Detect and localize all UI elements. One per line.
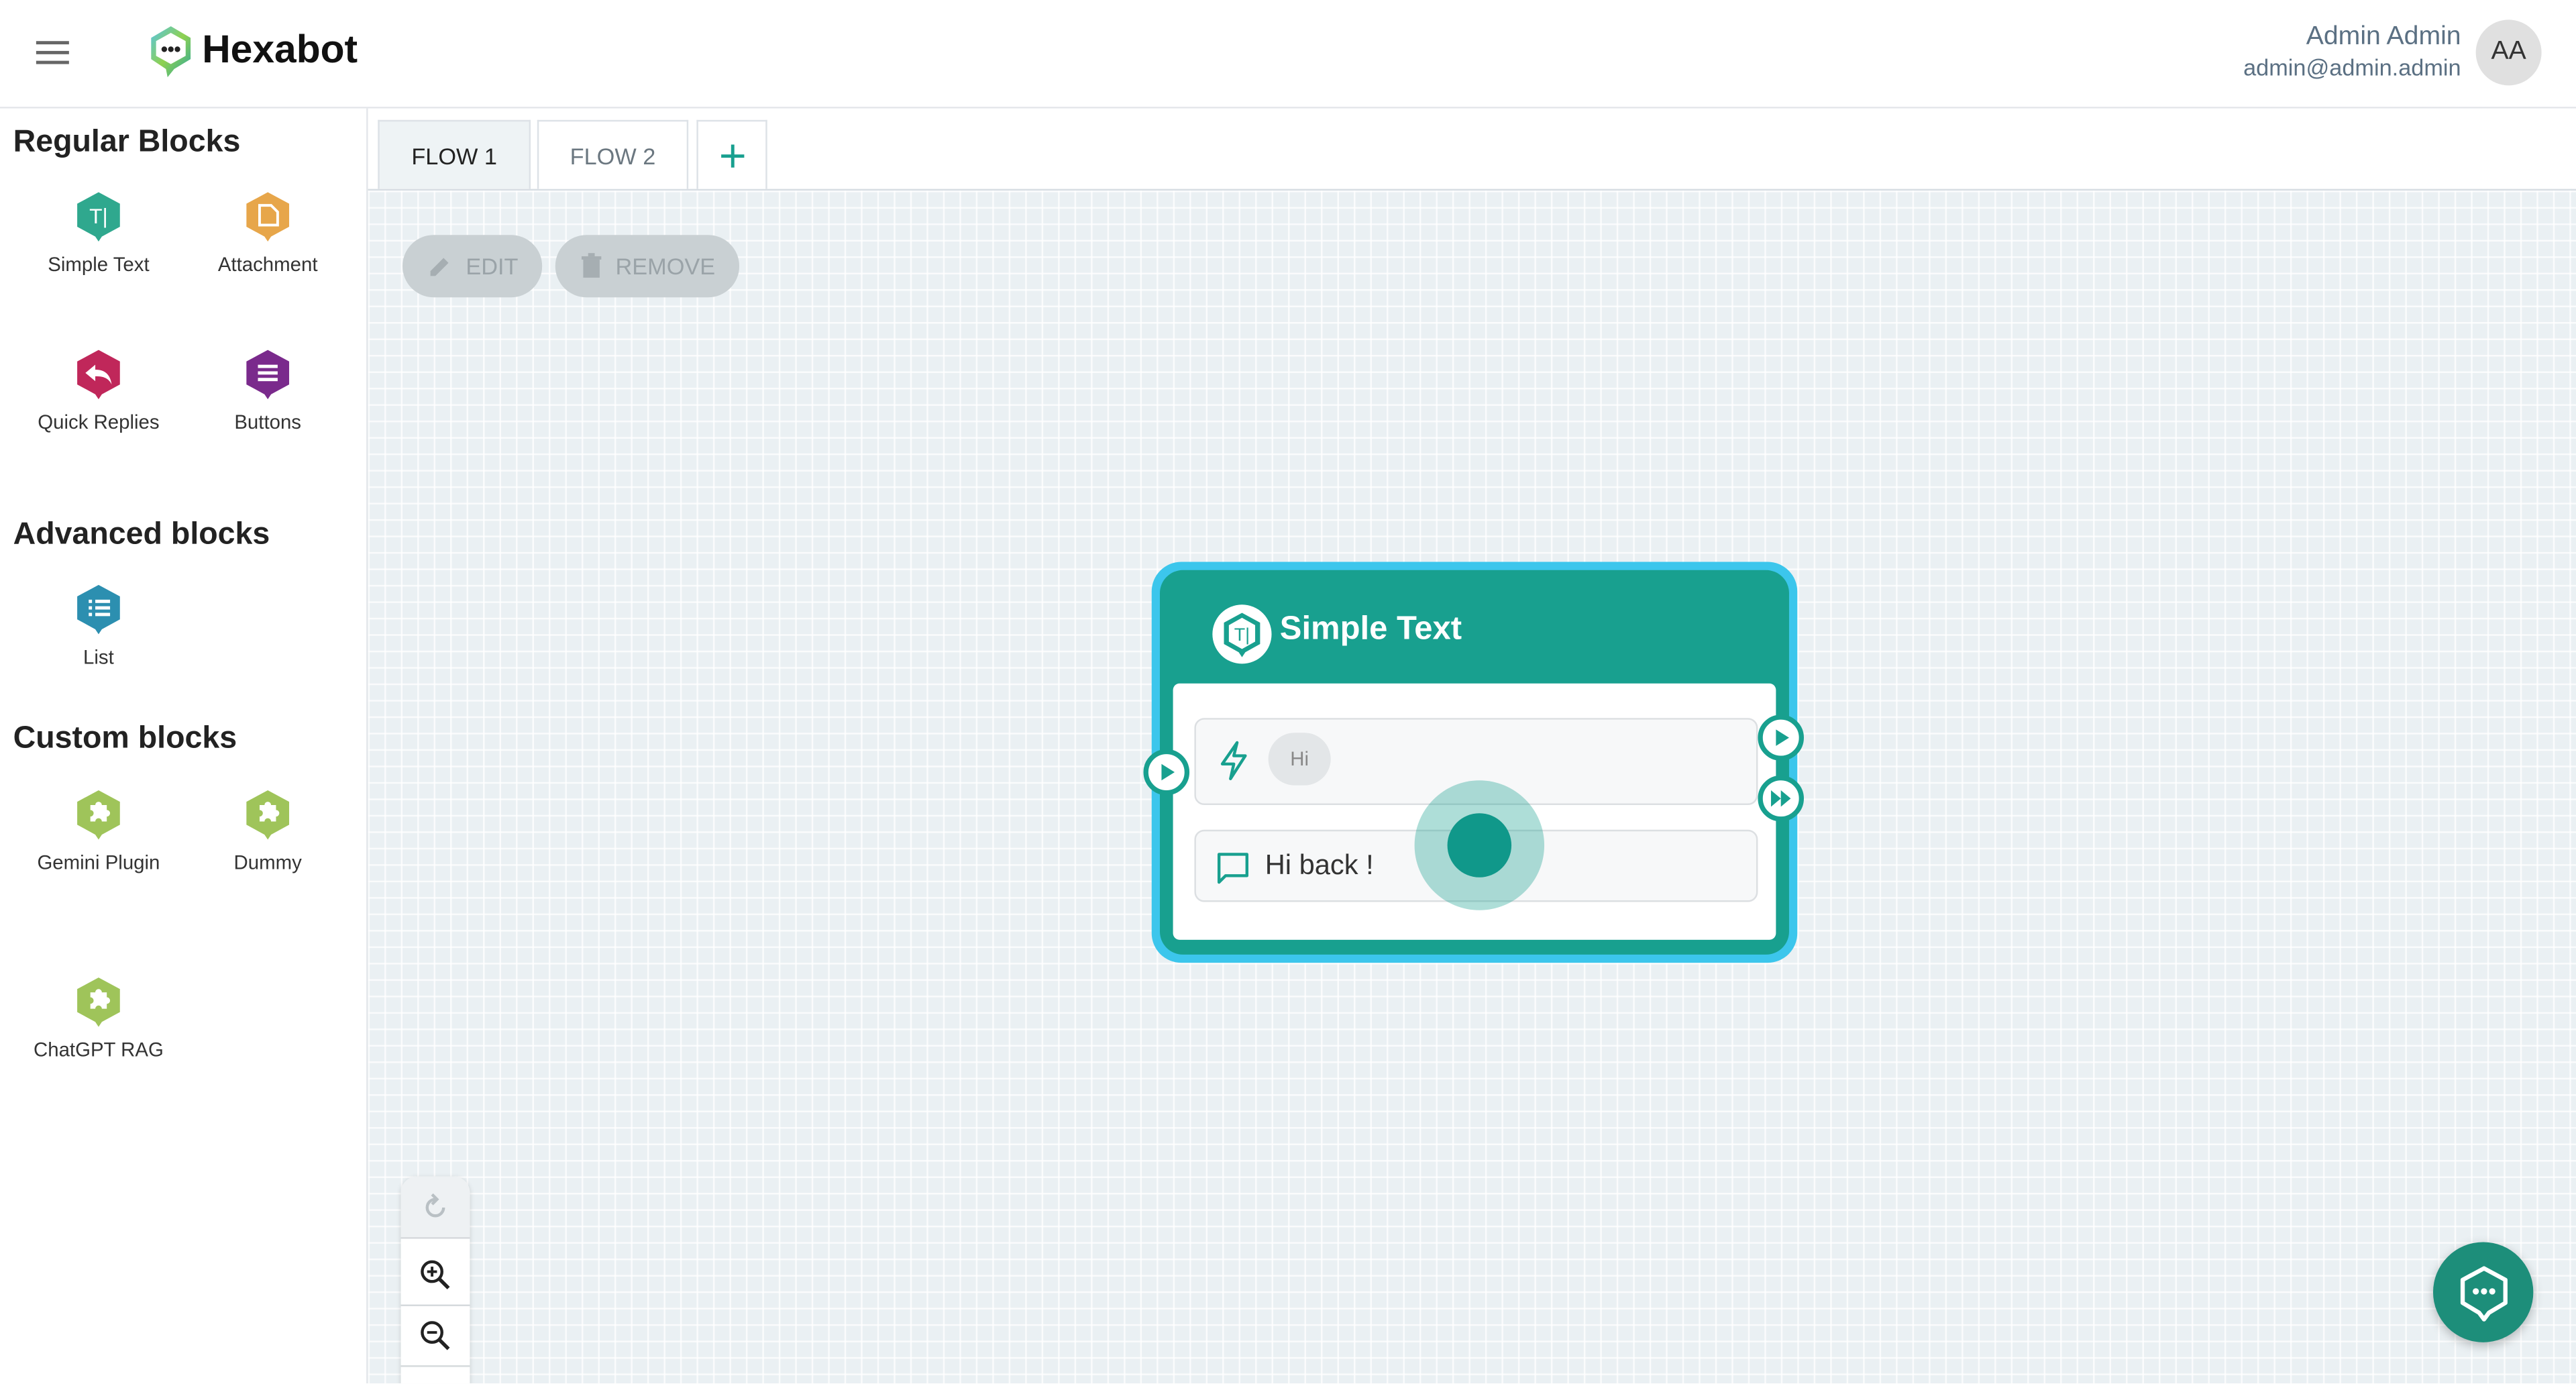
zoom-in-button[interactable]	[401, 1244, 470, 1305]
output-port-fast-forward[interactable]	[1758, 775, 1805, 822]
zoom-in-icon	[421, 1259, 450, 1289]
add-flow-button[interactable]	[696, 119, 767, 189]
section-title-regular: Regular Blocks	[13, 125, 241, 160]
block-label: Quick Replies	[38, 411, 160, 434]
tab-flow-1[interactable]: FLOW 1	[378, 119, 531, 189]
list-icon	[77, 584, 120, 635]
output-port-next[interactable]	[1758, 714, 1805, 761]
blocks-sidebar: Regular Blocks T| Simple Text Attachment…	[0, 108, 368, 1384]
block-gemini-plugin[interactable]: Gemini Plugin	[16, 789, 180, 877]
block-attachment[interactable]: Attachment	[186, 191, 350, 279]
simple-text-icon: T|	[1212, 604, 1272, 664]
block-label: Dummy	[233, 851, 302, 874]
reset-view-button[interactable]	[400, 1176, 470, 1238]
drag-handle[interactable]	[1447, 813, 1512, 877]
flow-canvas[interactable]: EDIT REMOVE T| Simple Text Hi Hi back !	[368, 191, 2576, 1384]
block-quick-replies[interactable]: Quick Replies	[16, 348, 180, 437]
block-label: ChatGPT RAG	[34, 1038, 164, 1062]
chat-bubble-icon	[2459, 1265, 2507, 1321]
user-email: admin@admin.admin	[2243, 54, 2461, 81]
svg-text:T|: T|	[89, 204, 108, 228]
flow-tabs: FLOW 1 FLOW 2	[368, 108, 2576, 191]
top-app-bar: Hexabot Admin Admin admin@admin.admin AA	[0, 0, 2576, 109]
zoom-out-button[interactable]	[401, 1305, 470, 1366]
trash-icon	[581, 253, 601, 278]
block-label: Gemini Plugin	[37, 851, 160, 874]
section-title-custom: Custom blocks	[13, 721, 237, 756]
trigger-chip: Hi	[1268, 733, 1331, 786]
block-node-title: Simple Text	[1279, 611, 1462, 647]
menu-icon[interactable]	[33, 34, 72, 74]
quick-replies-icon	[77, 350, 120, 400]
fit-view-button[interactable]	[401, 1367, 470, 1384]
block-list[interactable]: List	[16, 583, 180, 672]
tab-flow-2[interactable]: FLOW 2	[537, 119, 689, 189]
remove-button[interactable]: REMOVE	[555, 235, 740, 298]
chat-widget-button[interactable]	[2432, 1242, 2534, 1342]
attachment-icon	[246, 192, 290, 242]
simple-text-icon: T|	[77, 192, 120, 242]
block-label: Attachment	[217, 253, 318, 276]
input-port[interactable]	[1143, 749, 1190, 796]
svg-text:T|: T|	[1234, 625, 1250, 645]
divider	[400, 1237, 470, 1239]
block-label: List	[83, 645, 114, 669]
play-icon	[1161, 763, 1175, 781]
zoom-out-icon	[421, 1320, 450, 1350]
hexabot-logo-icon	[151, 26, 191, 78]
avatar[interactable]: AA	[2475, 19, 2542, 86]
section-title-advanced: Advanced blocks	[13, 517, 270, 552]
pencil-icon	[429, 258, 448, 276]
user-info: Admin Admin admin@admin.admin	[2243, 23, 2461, 81]
puzzle-icon	[77, 790, 120, 840]
user-name: Admin Admin	[2306, 23, 2461, 51]
lightning-icon	[1220, 741, 1247, 781]
block-chatgpt-rag[interactable]: ChatGPT RAG	[16, 976, 180, 1065]
zoom-controls	[400, 1176, 470, 1384]
app-logo[interactable]: Hexabot	[145, 23, 358, 78]
fast-forward-icon	[1771, 790, 1791, 807]
block-buttons[interactable]: Buttons	[186, 348, 350, 437]
block-label: Buttons	[234, 411, 302, 434]
message-text: Hi back !	[1265, 849, 1374, 881]
puzzle-icon	[77, 977, 120, 1027]
remove-label: REMOVE	[615, 253, 716, 280]
edit-label: EDIT	[466, 253, 519, 280]
block-dummy[interactable]: Dummy	[186, 789, 350, 877]
play-icon	[1776, 729, 1789, 746]
flow-editor: FLOW 1 FLOW 2 EDIT REMOVE T| Simple Text…	[368, 108, 2576, 1384]
message-icon	[1217, 853, 1248, 884]
app-name: Hexabot	[202, 28, 358, 72]
block-label: Simple Text	[48, 253, 150, 276]
puzzle-icon	[246, 790, 290, 840]
block-simple-text[interactable]: T| Simple Text	[16, 191, 180, 279]
refresh-icon	[425, 1192, 445, 1217]
edit-button[interactable]: EDIT	[402, 235, 543, 298]
plus-icon	[720, 144, 744, 167]
buttons-icon	[246, 350, 290, 400]
